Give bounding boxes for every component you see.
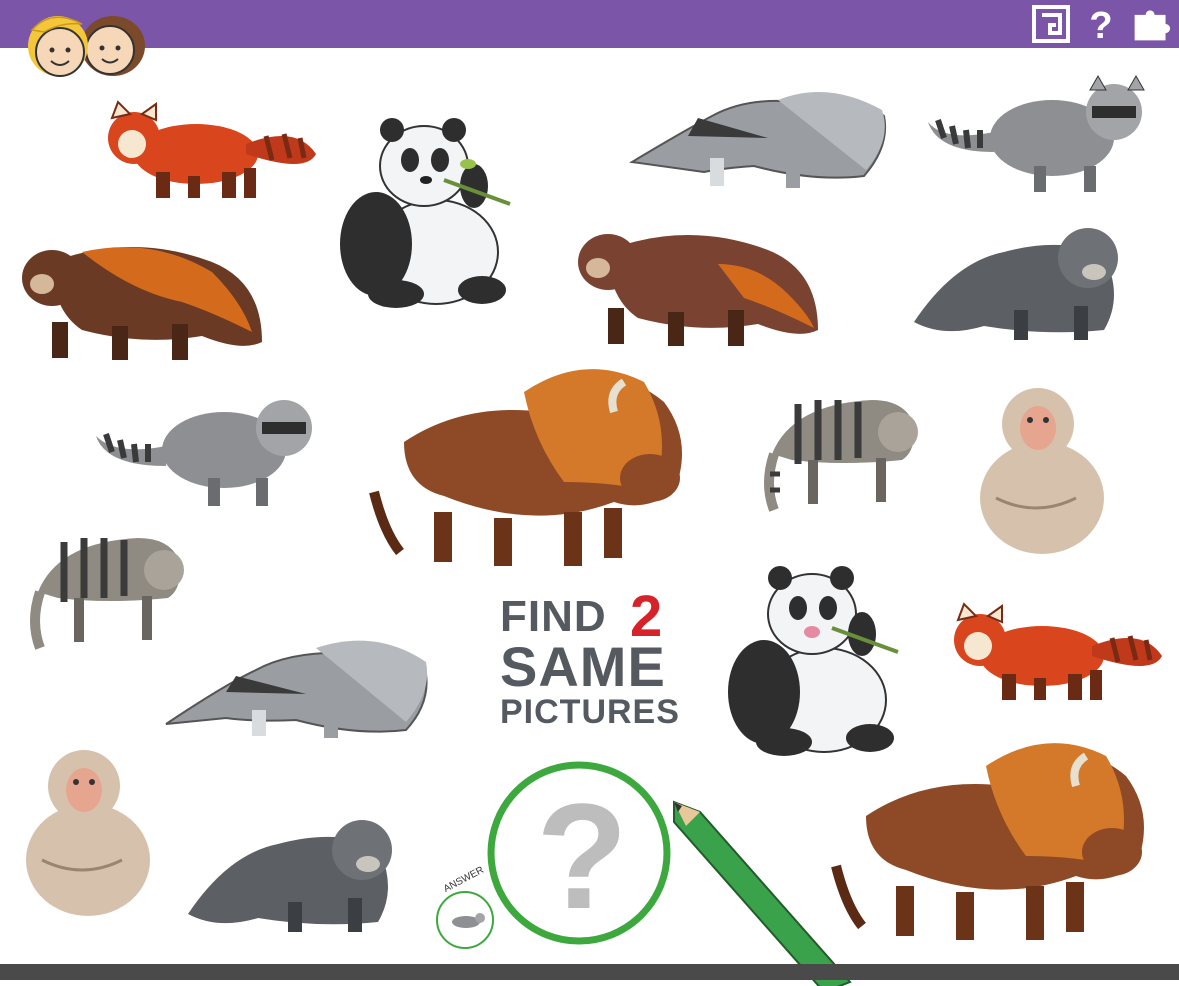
magnifier-icon: ? [487,761,671,945]
anteater-picture[interactable] [156,614,432,740]
question-glyph: ? [1089,5,1112,44]
binturong-picture[interactable] [182,810,406,934]
question-mark: ? [536,772,628,940]
maze-icon[interactable] [1031,4,1071,44]
red-panda-picture[interactable] [96,96,322,202]
title-number: 2 [630,584,663,649]
raccoon-picture[interactable] [90,384,324,510]
answer-badge[interactable]: ANSWER [432,862,498,952]
civet-picture[interactable] [758,384,926,514]
macaque-picture[interactable] [12,740,160,920]
panda-picture[interactable] [722,562,908,758]
puzzle-title: FIND 2 SAME PICTURES [500,584,690,731]
bison-picture[interactable] [364,362,692,572]
toolbar: ? [1031,4,1171,44]
wolverine-picture[interactable] [12,222,270,364]
binturong-picture[interactable] [904,218,1132,344]
kids-logo-icon [28,16,145,77]
answer-label: ANSWER [442,865,486,895]
red-panda-picture[interactable] [942,598,1168,704]
puzzle-icon[interactable] [1131,4,1171,44]
footer-bar [0,964,1179,980]
wolverine-picture[interactable] [568,210,824,350]
pencil-icon [673,800,852,986]
raccoon-picture[interactable] [924,72,1158,196]
macaque-picture[interactable] [966,378,1114,558]
panda-picture[interactable] [336,114,518,310]
anteater-picture[interactable] [628,66,888,190]
header-bar [0,0,1179,48]
title-pictures: PICTURES [500,693,680,731]
bison-picture[interactable] [826,736,1154,946]
question-icon[interactable]: ? [1081,4,1121,44]
